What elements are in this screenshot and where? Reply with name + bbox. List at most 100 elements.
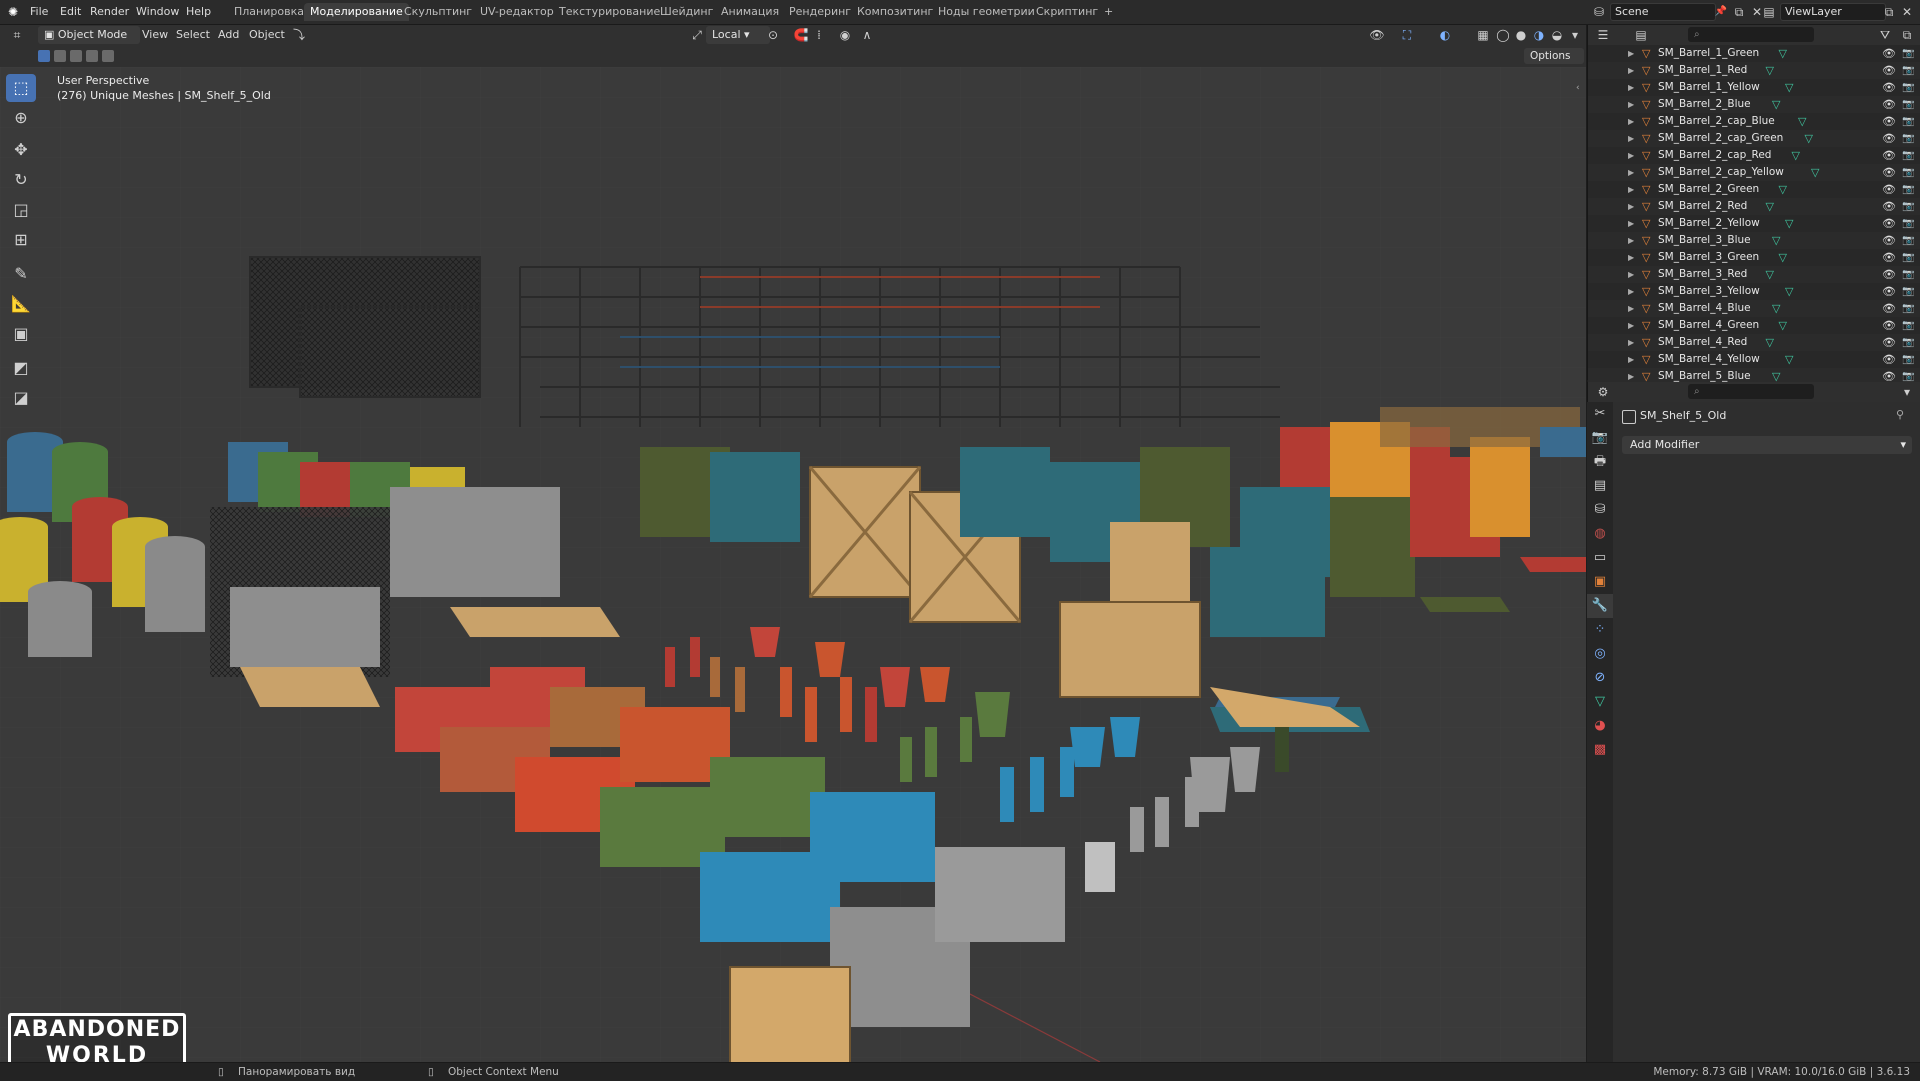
outliner-row[interactable]: ▶ ▽ SM_Barrel_2_cap_Red ▽ 👁 📷 [1588,147,1920,164]
collection-tab-icon[interactable]: ▭ [1587,546,1613,570]
remove-view-layer-icon[interactable]: ✕ [1898,3,1916,21]
select-invert-icon[interactable] [86,50,98,62]
world-tab-icon[interactable]: ◍ [1587,522,1613,546]
expand-arrow-icon[interactable]: ▶ [1628,232,1634,249]
rendered-shading-icon[interactable]: ◒ [1548,26,1566,44]
camera-icon[interactable]: 📷 [1902,198,1914,215]
outliner-row[interactable]: ▶ ▽ SM_Barrel_2_Red ▽ 👁 📷 [1588,198,1920,215]
tab-shading[interactable]: Шейдинг [654,3,719,21]
proportional-edit-icon[interactable]: ◉ [836,26,854,44]
outliner-row[interactable]: ▶ ▽ SM_Barrel_3_Yellow ▽ 👁 📷 [1588,283,1920,300]
outliner-row[interactable]: ▶ ▽ SM_Barrel_2_Blue ▽ 👁 📷 [1588,96,1920,113]
editor-type-icon[interactable]: ⌗ [8,26,26,44]
material-tab-icon[interactable]: ◕ [1587,714,1613,738]
outliner-row[interactable]: ▶ ▽ SM_Barrel_1_Yellow ▽ 👁 📷 [1588,79,1920,96]
eye-icon[interactable]: 👁 [1882,249,1896,266]
new-view-layer-icon[interactable]: ⧉ [1880,3,1898,21]
expand-arrow-icon[interactable]: ▶ [1628,45,1634,62]
outliner-row[interactable]: ▶ ▽ SM_Barrel_1_Red ▽ 👁 📷 [1588,62,1920,79]
mesh-data-icon[interactable]: ▽ [1779,181,1787,198]
scene-icon[interactable]: ⛁ [1590,3,1608,21]
add-cube-tool-icon[interactable]: ▣ [6,320,36,348]
tab-scripting[interactable]: Скриптинг [1030,3,1104,21]
properties-search-input[interactable]: ⌕ [1688,384,1814,399]
pivot-point-icon[interactable]: ⊙ [764,26,782,44]
view-layer-icon[interactable]: ▤ [1760,3,1778,21]
eye-icon[interactable]: 👁 [1882,164,1896,181]
select-subtract-icon[interactable] [70,50,82,62]
outliner-row[interactable]: ▶ ▽ SM_Barrel_2_cap_Blue ▽ 👁 📷 [1588,113,1920,130]
camera-icon[interactable]: 📷 [1902,283,1914,300]
outliner-row[interactable]: ▶ ▽ SM_Barrel_2_Yellow ▽ 👁 📷 [1588,215,1920,232]
mesh-data-icon[interactable]: ▽ [1805,130,1813,147]
outliner-row[interactable]: ▶ ▽ SM_Barrel_4_Blue ▽ 👁 📷 [1588,300,1920,317]
mesh-data-icon[interactable]: ▽ [1772,232,1780,249]
expand-arrow-icon[interactable]: ▶ [1628,181,1634,198]
expand-arrow-icon[interactable]: ▶ [1628,266,1634,283]
texture-tab-icon[interactable]: ▩ [1587,738,1613,762]
data-tab-icon[interactable]: ▽ [1587,690,1613,714]
camera-icon[interactable]: 📷 [1902,266,1914,283]
camera-icon[interactable]: 📷 [1902,130,1914,147]
scene-tab-icon[interactable]: ⛁ [1587,498,1613,522]
camera-icon[interactable]: 📷 [1902,147,1914,164]
camera-icon[interactable]: 📷 [1902,300,1914,317]
menu-window[interactable]: Window [136,4,179,20]
transform-orientation-selector[interactable]: Local ▾ [706,26,770,44]
tab-layout[interactable]: Планировка [228,3,310,21]
menu-select[interactable]: Select [176,26,210,44]
outliner-row[interactable]: ▶ ▽ SM_Barrel_3_Blue ▽ 👁 📷 [1588,232,1920,249]
render-tab-icon[interactable]: 📷 [1587,426,1613,450]
visibility-icon[interactable]: 👁 [1368,26,1386,44]
mesh-data-icon[interactable]: ▽ [1798,113,1806,130]
expand-arrow-icon[interactable]: ▶ [1628,283,1634,300]
select-box-tool-icon[interactable]: ⬚ [6,74,36,102]
expand-arrow-icon[interactable]: ▶ [1628,79,1634,96]
eye-icon[interactable]: 👁 [1882,181,1896,198]
object-tab-icon[interactable]: ▣ [1587,570,1613,594]
outliner-editor-icon[interactable]: ☰ [1594,26,1612,44]
tab-texture-paint[interactable]: Текстурирование [553,3,666,21]
outliner-row[interactable]: ▶ ▽ SM_Barrel_4_Red ▽ 👁 📷 [1588,334,1920,351]
camera-icon[interactable]: 📷 [1902,62,1914,79]
transform-tool-icon[interactable]: ⊞ [6,226,36,254]
outliner-search-input[interactable]: ⌕ [1688,27,1814,42]
mesh-data-icon[interactable]: ▽ [1785,351,1793,368]
particles-tab-icon[interactable]: ⁘ [1587,618,1613,642]
outliner-row[interactable]: ▶ ▽ SM_Barrel_2_cap_Yellow ▽ 👁 📷 [1588,164,1920,181]
tool-tab-icon[interactable]: ✂ [1587,402,1613,426]
gizmo-drag-icon[interactable]: ⤵ [290,26,308,44]
eye-icon[interactable]: 👁 [1882,62,1896,79]
pin-object-icon[interactable]: ⚲ [1896,408,1904,421]
xray-icon[interactable]: ▦ [1474,26,1492,44]
expand-arrow-icon[interactable]: ▶ [1628,215,1634,232]
outliner-row[interactable]: ▶ ▽ SM_Barrel_3_Red ▽ 👁 📷 [1588,266,1920,283]
select-extend-icon[interactable] [54,50,66,62]
physics-tab-icon[interactable]: ◎ [1587,642,1613,666]
expand-arrow-icon[interactable]: ▶ [1628,334,1634,351]
mesh-data-icon[interactable]: ▽ [1779,45,1787,62]
camera-icon[interactable]: 📷 [1902,164,1914,181]
expand-arrow-icon[interactable]: ▶ [1628,130,1634,147]
camera-icon[interactable]: 📷 [1902,79,1914,96]
outliner-row[interactable]: ▶ ▽ SM_Barrel_1_Green ▽ 👁 📷 [1588,45,1920,62]
camera-icon[interactable]: 📷 [1902,249,1914,266]
expand-arrow-icon[interactable]: ▶ [1628,300,1634,317]
mesh-data-icon[interactable]: ▽ [1772,96,1780,113]
move-tool-icon[interactable]: ✥ [6,136,36,164]
add-modifier-button[interactable]: Add Modifier ▾ [1622,436,1912,454]
outliner-row[interactable]: ▶ ▽ SM_Barrel_2_Green ▽ 👁 📷 [1588,181,1920,198]
falloff-icon[interactable]: ∧ [858,26,876,44]
tab-geometry-nodes[interactable]: Ноды геометрии [932,3,1041,21]
eye-icon[interactable]: 👁 [1882,96,1896,113]
camera-icon[interactable]: 📷 [1902,334,1914,351]
tab-compositing[interactable]: Композитинг [851,3,939,21]
eye-icon[interactable]: 👁 [1882,232,1896,249]
display-mode-icon[interactable]: ▤ [1632,26,1650,44]
cursor-tool-icon[interactable]: ⊕ [6,104,36,132]
filter-icon[interactable]: ⛛ [1876,26,1894,44]
mesh-data-icon[interactable]: ▽ [1811,164,1819,181]
tab-animation[interactable]: Анимация [715,3,785,21]
properties-options-icon[interactable]: ▾ [1898,383,1916,401]
mesh-data-icon[interactable]: ▽ [1766,198,1774,215]
